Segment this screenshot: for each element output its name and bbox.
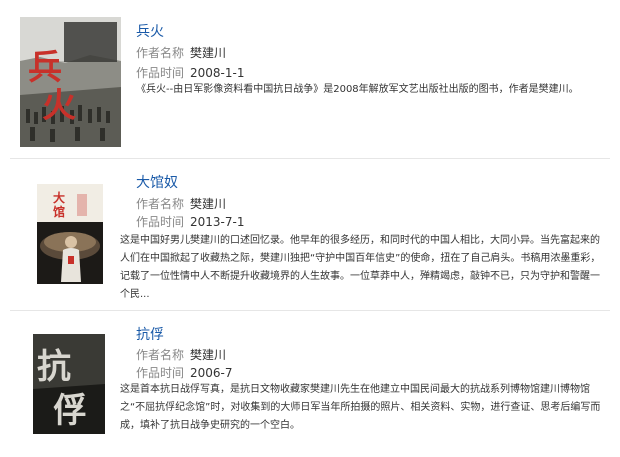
date-row: 作品时间 2008-1-1 (136, 64, 244, 81)
svg-text:火: 火 (42, 86, 76, 126)
book-cover-image[interactable]: 兵 火 (20, 17, 121, 147)
book-description: 这是首本抗日战俘写真，是抗日文物收藏家樊建川先生在他建立中国民间最大的抗战系列博… (120, 384, 601, 431)
book-list-item[interactable]: 兵 火 兵火 作者名称 樊建川 作品时间 2008-1-1 《兵火--由日军影像资料… (0, 0, 620, 158)
author-value: 樊建川 (190, 348, 227, 362)
svg-text:兵: 兵 (28, 48, 62, 88)
date-value: 2013-7-1 (190, 215, 245, 229)
date-value: 2006-7 (190, 366, 233, 380)
book-cover-binghuo-icon: 兵 火 (20, 17, 121, 147)
author-label: 作者名称 (136, 197, 185, 211)
date-row: 作品时间 2006-7 (136, 364, 233, 381)
book-list-item[interactable]: 大 馆 大馆奴 作者名称 樊建川 作品时间 2013-7-1 这是中国好男儿樊建川的… (0, 159, 620, 310)
svg-text:大: 大 (53, 190, 65, 205)
author-row: 作者名称 樊建川 (136, 44, 226, 61)
book-list-item[interactable]: 抗 俘 抗俘 作者名称 樊建川 作品时间 2006-7 这是首本抗日战俘写真，是抗日… (0, 311, 620, 457)
book-cover-image[interactable]: 大 馆 (37, 184, 103, 284)
author-value: 樊建川 (190, 46, 227, 60)
book-cover-kangfu-icon: 抗 俘 (33, 334, 105, 434)
svg-text:抗: 抗 (37, 347, 71, 387)
book-description: 《兵火--由日军影像资料看中国抗日战争》是2008年解放军文艺出版社出版的图书，… (136, 84, 579, 95)
date-label: 作品时间 (136, 66, 185, 80)
book-title-link[interactable]: 大馆奴 (136, 172, 178, 192)
author-label: 作者名称 (136, 348, 185, 362)
book-cover-daguannu-icon: 大 馆 (37, 184, 103, 284)
svg-text:俘: 俘 (53, 391, 87, 431)
author-label: 作者名称 (136, 46, 185, 60)
author-value: 樊建川 (190, 197, 227, 211)
author-row: 作者名称 樊建川 (136, 346, 226, 363)
date-value: 2008-1-1 (190, 66, 245, 80)
author-row: 作者名称 樊建川 (136, 195, 226, 212)
book-cover-image[interactable]: 抗 俘 (33, 334, 105, 434)
book-description: 这是中国好男儿樊建川的口述回忆录。他早年的很多经历，和同时代的中国人相比，大同小… (120, 235, 601, 300)
date-row: 作品时间 2013-7-1 (136, 213, 244, 230)
date-label: 作品时间 (136, 366, 185, 380)
book-title-link[interactable]: 抗俘 (136, 324, 164, 344)
book-title-link[interactable]: 兵火 (136, 21, 164, 41)
svg-text:馆: 馆 (53, 204, 65, 219)
date-label: 作品时间 (136, 215, 185, 229)
